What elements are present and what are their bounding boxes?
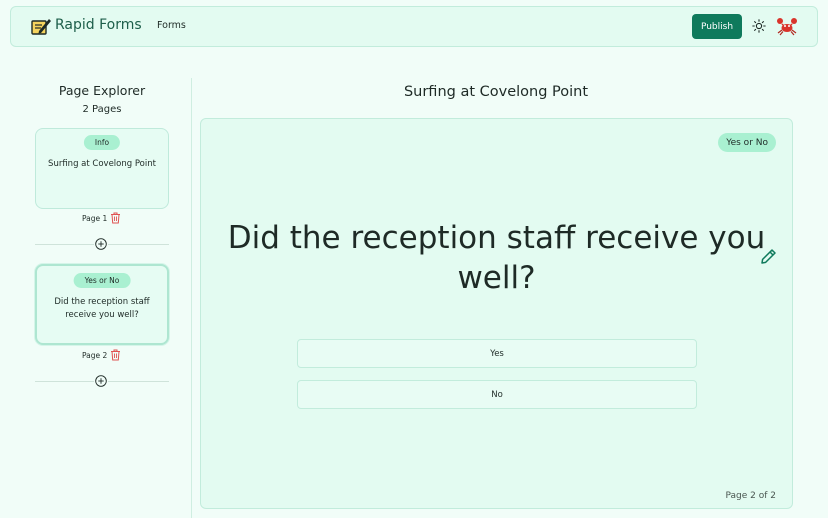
divider-line	[108, 244, 169, 245]
page-type-badge: Info	[83, 135, 121, 150]
publish-button[interactable]: Publish	[692, 14, 742, 39]
question-text[interactable]: Did the reception staff receive you well…	[221, 218, 772, 298]
nav-link-forms[interactable]: Forms	[157, 20, 186, 31]
sun-icon[interactable]	[752, 19, 766, 33]
plus-circle-icon[interactable]	[95, 375, 107, 387]
add-page-row-1	[35, 238, 169, 250]
divider-line	[108, 381, 169, 382]
plus-circle-icon[interactable]	[95, 238, 107, 250]
page-card-1[interactable]: Info Surfing at Covelong Point	[35, 128, 169, 209]
question-type-badge: Yes or No	[718, 133, 776, 152]
divider-line	[35, 381, 94, 382]
top-navbar: Rapid Forms Forms Publish	[10, 6, 818, 47]
pencil-icon[interactable]	[759, 247, 778, 266]
page-type-badge: Yes or No	[73, 273, 131, 288]
sidebar-divider	[191, 78, 192, 518]
add-page-row-2	[35, 375, 169, 387]
notepad-pencil-icon[interactable]	[30, 16, 52, 38]
page-label-2: Page 2	[82, 351, 108, 360]
page-card-2[interactable]: Yes or No Did the reception staff receiv…	[35, 264, 169, 345]
divider-line	[35, 244, 94, 245]
option-yes[interactable]: Yes	[297, 339, 697, 368]
page-editor-panel: Yes or No Did the reception staff receiv…	[200, 118, 793, 509]
page-label-1: Page 1	[82, 214, 108, 223]
page-indicator: Page 2 of 2	[725, 491, 777, 501]
trash-icon[interactable]	[110, 349, 121, 361]
form-title: Surfing at Covelong Point	[403, 84, 589, 100]
crab-avatar-icon[interactable]	[776, 15, 798, 37]
page-count: 2 Pages	[82, 104, 122, 115]
option-no[interactable]: No	[297, 380, 697, 409]
brand-name[interactable]: Rapid Forms	[55, 17, 142, 33]
trash-icon[interactable]	[110, 212, 121, 224]
page-card-text: Did the reception staff receive you well…	[54, 297, 150, 320]
page-explorer-title: Page Explorer	[58, 83, 146, 98]
page-card-text: Surfing at Covelong Point	[48, 159, 156, 169]
